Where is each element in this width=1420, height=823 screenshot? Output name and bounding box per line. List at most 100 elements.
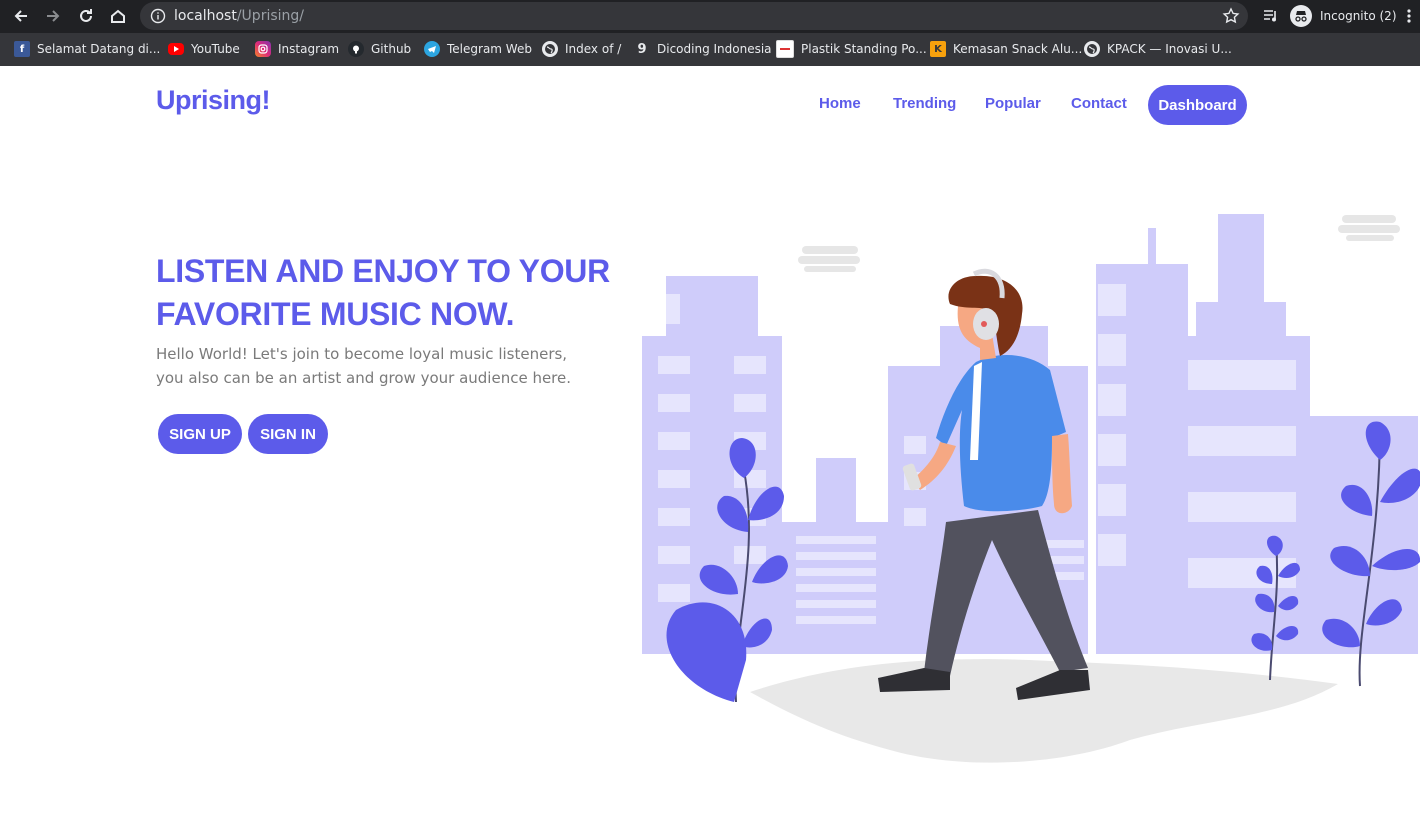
bookmark-label: Plastik Standing Po... <box>801 42 927 56</box>
window <box>658 584 690 602</box>
leaf <box>666 602 747 702</box>
window <box>1188 558 1296 588</box>
window <box>796 600 876 608</box>
ground-shadow <box>750 659 1338 763</box>
k-icon: K <box>930 41 946 57</box>
incognito-indicator[interactable]: Incognito (2) <box>1290 3 1397 29</box>
bookmark-label: Selamat Datang di... <box>37 42 161 56</box>
back-arrow-icon[interactable] <box>8 3 34 29</box>
bookmark-label: Github <box>371 42 412 56</box>
bookmark-item[interactable]: K Kemasan Snack Alu... <box>930 40 1082 58</box>
url-text: localhost/Uprising/ <box>174 8 304 24</box>
window <box>658 356 690 374</box>
building <box>1218 214 1264 306</box>
window <box>658 432 690 450</box>
forward-arrow-icon[interactable] <box>40 3 66 29</box>
media-control-icon[interactable] <box>1258 3 1284 29</box>
bookmark-item[interactable]: Github <box>348 40 411 58</box>
nav-popular[interactable]: Popular <box>985 95 1041 112</box>
globe-icon <box>542 41 558 57</box>
sign-up-button[interactable]: SIGN UP <box>158 414 242 454</box>
bookmark-item[interactable]: KPACK — Inovasi U... <box>1084 40 1232 58</box>
url-host: localhost <box>174 8 237 24</box>
building <box>1304 416 1418 654</box>
info-icon[interactable] <box>150 8 166 24</box>
window <box>1098 434 1126 466</box>
url-path: /Uprising/ <box>236 8 304 24</box>
bookmark-item[interactable]: YouTube <box>168 40 240 58</box>
dicoding-icon: 9 <box>637 41 647 57</box>
github-icon <box>348 41 364 57</box>
nav-trending[interactable]: Trending <box>893 95 956 112</box>
incognito-label: Incognito (2) <box>1320 9 1397 23</box>
bookmark-label: KPACK — Inovasi U... <box>1107 42 1232 56</box>
bookmark-label: Instagram <box>278 42 340 56</box>
globe-icon <box>1084 41 1100 57</box>
window <box>734 356 766 374</box>
cloud <box>802 246 858 254</box>
window <box>658 546 690 564</box>
headphone-dot <box>981 321 987 327</box>
cloud <box>1338 225 1400 233</box>
dashboard-button[interactable]: Dashboard <box>1148 85 1247 125</box>
bookmark-item[interactable]: Telegram Web <box>424 40 532 58</box>
window <box>1188 360 1296 390</box>
home-icon[interactable] <box>105 3 131 29</box>
bookmark-item[interactable]: 9 Dicoding Indonesia <box>634 40 772 58</box>
window <box>734 394 766 412</box>
window <box>796 552 876 560</box>
reload-icon[interactable] <box>73 3 99 29</box>
address-bar[interactable]: localhost/Uprising/ <box>140 2 1248 30</box>
window <box>658 394 690 412</box>
building <box>816 458 856 528</box>
incognito-icon <box>1290 5 1312 27</box>
bookmark-item[interactable]: f Selamat Datang di... <box>14 40 160 58</box>
window <box>904 436 926 454</box>
window <box>796 584 876 592</box>
browser-toolbar: localhost/Uprising/ Incognito (2) <box>0 0 1420 33</box>
site-icon <box>776 40 794 58</box>
telegram-icon <box>424 41 440 57</box>
window <box>1098 384 1126 416</box>
hero-description: Hello World! Let's join to become loyal … <box>156 345 572 387</box>
nav-home[interactable]: Home <box>819 95 861 112</box>
instagram-icon <box>255 41 271 57</box>
window <box>904 508 926 526</box>
youtube-icon <box>168 43 184 55</box>
hero-title: LISTEN AND ENJOY TO YOUR FAVORITE MUSIC … <box>156 253 610 332</box>
facebook-icon: f <box>14 41 30 57</box>
bookmark-star-icon[interactable] <box>1222 7 1240 25</box>
window <box>1098 334 1126 366</box>
cloud <box>1346 235 1394 241</box>
window <box>666 294 680 324</box>
window <box>658 470 690 488</box>
menu-kebab-icon[interactable] <box>1400 3 1418 29</box>
bookmark-label: YouTube <box>191 42 240 56</box>
bookmark-label: Index of / <box>565 42 622 56</box>
window <box>796 616 876 624</box>
hero-illustration <box>642 214 1420 763</box>
bookmark-item[interactable]: Instagram <box>255 40 339 58</box>
bookmark-item[interactable]: Plastik Standing Po... <box>776 40 927 58</box>
building <box>1148 228 1156 268</box>
window <box>1188 426 1296 456</box>
cloud <box>1342 215 1396 223</box>
sign-in-button[interactable]: SIGN IN <box>248 414 328 454</box>
nav-contact[interactable]: Contact <box>1071 95 1127 112</box>
window <box>658 508 690 526</box>
bookmarks-bar: f Selamat Datang di... YouTube Instagram… <box>0 33 1420 66</box>
bookmark-label: Telegram Web <box>447 42 532 56</box>
window <box>734 546 766 564</box>
window <box>1098 534 1126 566</box>
bookmark-item[interactable]: Index of / <box>542 40 621 58</box>
brand-logo[interactable]: Uprising! <box>156 85 271 116</box>
window <box>796 568 876 576</box>
window <box>1098 284 1126 316</box>
cloud <box>798 256 860 264</box>
window <box>796 536 876 544</box>
window <box>1098 484 1126 516</box>
clouds <box>798 215 1400 272</box>
bookmark-label: Kemasan Snack Alu... <box>953 42 1083 56</box>
cloud <box>804 266 856 272</box>
bookmark-label: Dicoding Indonesia <box>657 42 772 56</box>
